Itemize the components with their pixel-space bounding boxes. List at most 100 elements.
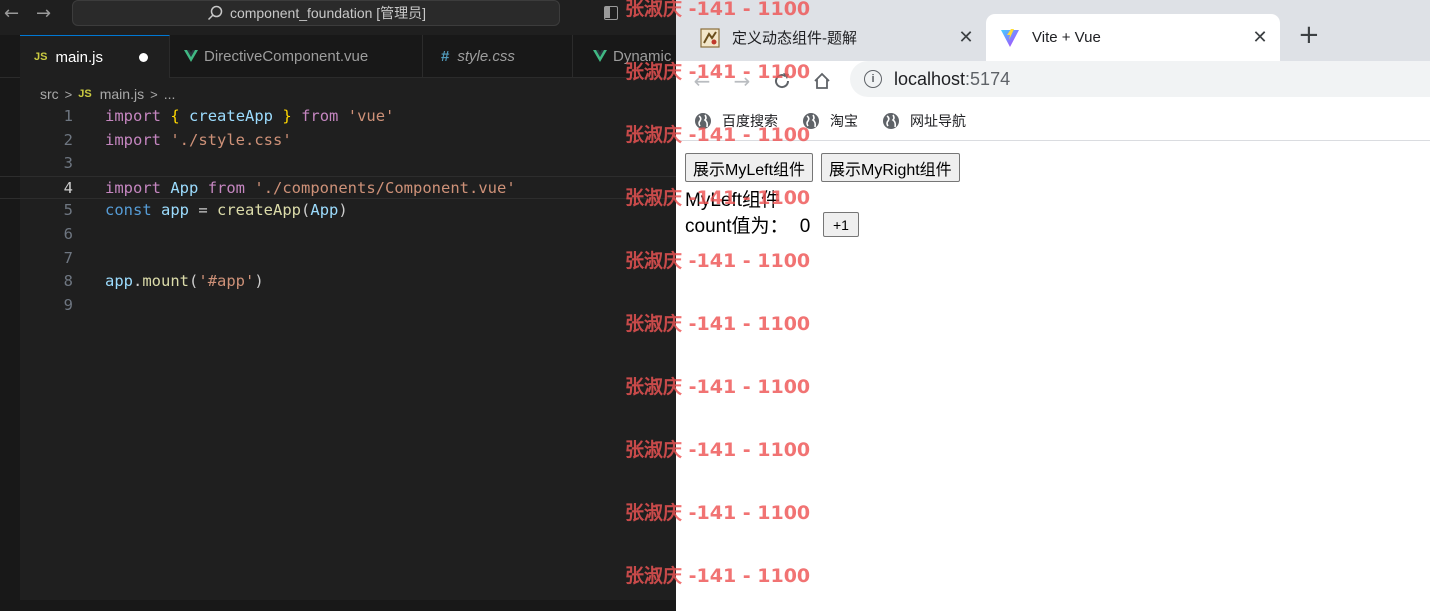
show-myright-button[interactable]: 展示MyRight组件	[821, 153, 960, 182]
breadcrumb: src > JS main.js > ...	[40, 84, 175, 104]
breadcrumb-more[interactable]: ...	[164, 86, 176, 102]
code-text: const app = createApp(App)	[105, 199, 348, 223]
vite-favicon-icon	[1001, 28, 1019, 47]
layout-toggle-icon[interactable]	[604, 6, 618, 20]
line-number: 8	[63, 272, 73, 291]
line-number: 9	[63, 295, 73, 314]
title-bar: ← → component_foundation [管理员]	[0, 0, 676, 28]
code-token: from	[301, 107, 339, 125]
code-line[interactable]: 2 import './style.css'	[0, 129, 676, 153]
browser-window: 定义动态组件-题解 ✕ Vite + Vue ✕ + ← → i localho…	[676, 0, 1430, 611]
code-text: import { createApp } from 'vue'	[105, 105, 394, 129]
code-token: from	[207, 178, 246, 197]
code-text: import './style.css'	[105, 129, 292, 153]
tab-dynamic[interactable]: Dynamic	[573, 35, 676, 78]
code-token: mount	[142, 272, 190, 291]
code-line[interactable]: 6	[0, 223, 676, 247]
code-token: createApp	[217, 201, 302, 220]
line-number: 6	[63, 225, 73, 243]
chevron-right-icon: >	[64, 86, 73, 102]
code-line[interactable]: 7	[0, 247, 676, 271]
code-token: app	[161, 201, 190, 220]
back-arrow-icon[interactable]: ←	[4, 3, 19, 24]
count-label: count值为：	[685, 216, 789, 237]
code-token: =	[189, 201, 218, 220]
vscode-window: ← → component_foundation [管理员] JS main.j…	[0, 0, 676, 611]
command-center-label: component_foundation [管理员]	[229, 5, 427, 21]
page-content: 展示MyLeft组件 展示MyRight组件 MyLeft组件 count值为：…	[676, 142, 1430, 611]
horizontal-scrollbar[interactable]	[0, 600, 676, 611]
vue-file-icon	[184, 50, 198, 62]
code-text: import App from './components/Component.…	[105, 177, 516, 201]
home-icon[interactable]	[808, 67, 836, 95]
line-number: 7	[63, 248, 73, 267]
bookmark-taobao[interactable]: 淘宝	[802, 111, 858, 131]
search-icon	[207, 5, 223, 21]
browser-tab-strip: 定义动态组件-题解 ✕ Vite + Vue ✕ +	[676, 0, 1430, 61]
code-token: (	[189, 272, 199, 291]
code-token: 'vue'	[347, 107, 395, 125]
close-tab-icon[interactable]: ✕	[1246, 27, 1274, 48]
browser-toolbar: ← → i localhost:5174	[676, 61, 1430, 101]
code-token: }	[282, 107, 292, 125]
line-number: 3	[63, 154, 73, 173]
back-arrow-icon[interactable]: ←	[688, 67, 716, 95]
code-token: App	[170, 178, 199, 197]
bookmark-baidu[interactable]: 百度搜索	[694, 111, 778, 131]
code-line[interactable]: 4 import App from './components/Component…	[0, 175, 676, 201]
increment-button[interactable]: +1	[823, 212, 859, 237]
forward-arrow-icon[interactable]: →	[36, 3, 51, 24]
command-center-search[interactable]: component_foundation [管理员]	[72, 0, 560, 26]
bookmarks-bar: 百度搜索 淘宝 网址导航	[676, 101, 1430, 141]
code-editor[interactable]: 1 import { createApp } from 'vue' 2 import …	[0, 105, 676, 320]
breadcrumb-file[interactable]: main.js	[100, 86, 144, 102]
code-token: createApp	[189, 107, 274, 125]
component-title: MyLeft组件	[685, 190, 781, 211]
tab-directive-component[interactable]: DirectiveComponent.vue	[170, 35, 423, 78]
browser-tab-solution[interactable]: 定义动态组件-题解 ✕	[690, 14, 986, 61]
tab-label: style.css	[457, 48, 515, 65]
code-token: './style.css'	[170, 130, 292, 149]
bookmark-label: 淘宝	[830, 112, 858, 129]
code-token: import	[105, 130, 161, 149]
tab-style-css[interactable]: # style.css	[423, 35, 573, 78]
address-bar[interactable]: i localhost:5174	[850, 61, 1430, 97]
close-tab-icon[interactable]: ✕	[952, 27, 980, 48]
url-port: :5174	[965, 68, 1011, 89]
browser-tab-title: Vite + Vue	[1032, 29, 1101, 46]
breadcrumb-folder[interactable]: src	[40, 86, 59, 102]
code-line[interactable]: 3	[0, 152, 676, 176]
line-number: 4	[63, 178, 73, 197]
forward-arrow-icon[interactable]: →	[728, 67, 756, 95]
globe-icon	[883, 112, 899, 129]
code-token: .	[133, 272, 143, 291]
count-value: 0	[799, 216, 811, 237]
new-tab-plus-icon[interactable]: +	[1298, 22, 1320, 48]
editor-tab-bar: JS main.js DirectiveComponent.vue # styl…	[0, 35, 676, 78]
bookmark-nav[interactable]: 网址导航	[882, 111, 966, 131]
code-line[interactable]: 9	[0, 294, 676, 318]
code-line[interactable]: 8 app.mount('#app')	[0, 270, 676, 294]
show-myleft-button[interactable]: 展示MyLeft组件	[685, 153, 814, 182]
line-number: 2	[63, 130, 73, 149]
code-line[interactable]: 1 import { createApp } from 'vue'	[0, 105, 676, 129]
tab-main-js[interactable]: JS main.js	[20, 35, 170, 78]
line-number: 5	[63, 201, 73, 220]
unsaved-dot-icon[interactable]	[138, 52, 148, 62]
reload-icon[interactable]	[768, 67, 796, 95]
code-line[interactable]: 5 const app = createApp(App)	[0, 199, 676, 223]
tab-label: Dynamic	[613, 48, 672, 65]
site-info-icon[interactable]: i	[864, 70, 882, 88]
code-token: import	[105, 107, 161, 125]
code-text: app.mount('#app')	[105, 270, 264, 294]
code-token: )	[338, 201, 348, 220]
browser-tab-vite-vue[interactable]: Vite + Vue ✕	[986, 14, 1280, 61]
